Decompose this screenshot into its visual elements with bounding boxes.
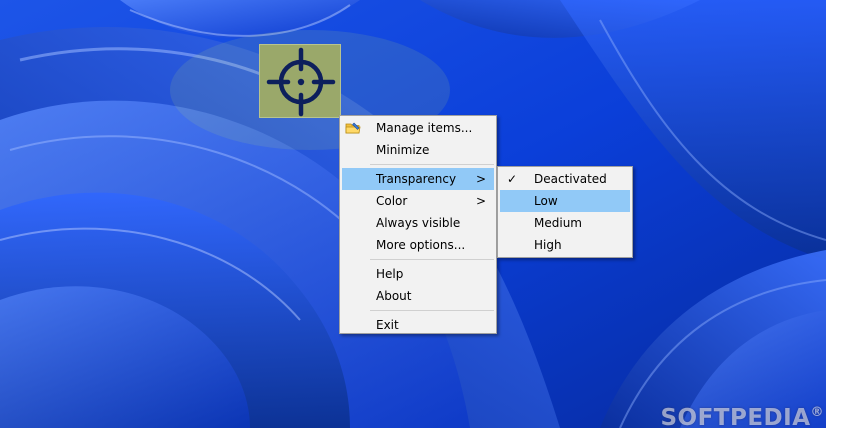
crosshair-widget[interactable] [259,44,341,118]
menu-item-label: Manage items... [376,121,473,135]
menu-separator [370,310,494,311]
menu-item-label: Exit [376,318,399,332]
menu-item-label: More options... [376,238,466,252]
menu-item-label: About [376,289,412,303]
menu-item-label: Minimize [376,143,430,157]
registered-mark: ® [810,405,824,420]
menu-separator [370,259,494,260]
context-menu: Manage items... Minimize Transparency > … [339,115,497,334]
chevron-right-icon: > [475,172,486,186]
chevron-right-icon: > [475,194,486,208]
menu-item-exit[interactable]: Exit [342,314,494,336]
menu-item-minimize[interactable]: Minimize [342,139,494,161]
submenu-item-high[interactable]: High [500,234,630,256]
menu-item-label: Always visible [376,216,461,230]
menu-item-help[interactable]: Help [342,263,494,285]
transparency-submenu: ✓ Deactivated Low Medium High [497,166,633,258]
submenu-item-label: Deactivated [534,172,607,186]
submenu-item-label: Low [534,194,558,208]
crosshair-icon [266,47,336,117]
menu-item-manage-items[interactable]: Manage items... [342,117,494,139]
watermark-text: SOFTPEDIA [660,405,811,431]
menu-item-about[interactable]: About [342,285,494,307]
submenu-item-label: High [534,238,562,252]
submenu-item-label: Medium [534,216,582,230]
submenu-item-deactivated[interactable]: ✓ Deactivated [500,168,630,190]
watermark: SOFTPEDIA® [660,405,824,431]
submenu-item-medium[interactable]: Medium [500,212,630,234]
submenu-item-low[interactable]: Low [500,190,630,212]
menu-item-label: Color [376,194,408,208]
menu-item-color[interactable]: Color > [342,190,494,212]
menu-separator [370,164,494,165]
screen: Manage items... Minimize Transparency > … [0,0,842,439]
checkmark-icon: ✓ [507,172,518,186]
menu-item-more-options[interactable]: More options... [342,234,494,256]
menu-item-always-visible[interactable]: Always visible [342,212,494,234]
folder-edit-icon [345,120,361,136]
menu-item-label: Transparency [376,172,457,186]
menu-item-label: Help [376,267,404,281]
menu-item-transparency[interactable]: Transparency > [342,168,494,190]
